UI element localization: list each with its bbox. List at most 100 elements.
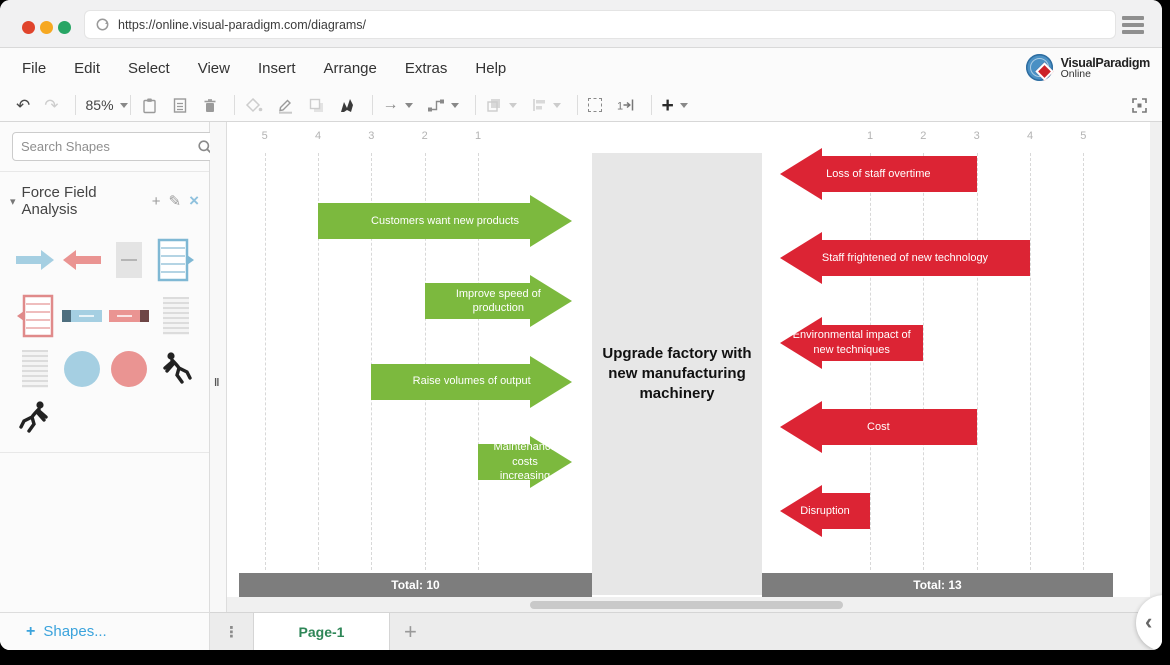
menu-extras[interactable]: Extras <box>405 60 448 77</box>
search-shapes-box[interactable] <box>12 132 222 161</box>
palette-table-shape-2[interactable] <box>22 350 48 388</box>
palette-restraining-list-shape[interactable] <box>16 294 54 338</box>
line-color-icon[interactable] <box>277 97 294 114</box>
add-page-icon[interactable]: + <box>390 621 431 643</box>
driving-arrow-label: Customers want new products <box>318 195 572 247</box>
chevron-down-icon <box>553 103 561 108</box>
horizontal-scrollbar[interactable] <box>530 601 843 609</box>
ruler-number: 2 <box>920 130 926 142</box>
align-icon[interactable] <box>531 97 561 113</box>
reload-icon[interactable] <box>95 17 110 32</box>
minimize-window-button[interactable] <box>40 21 53 34</box>
chevron-left-icon: ‹ <box>1145 609 1152 635</box>
palette-driving-bar-shape[interactable] <box>62 310 102 322</box>
menu-bar: File Edit Select View Insert Arrange Ext… <box>0 48 1162 89</box>
ruler-number: 2 <box>422 130 428 142</box>
fill-color-icon[interactable] <box>245 97 263 114</box>
stencil-section-header: ▾ Force Field Analysis + ✎ × <box>0 172 209 228</box>
tab-page-1[interactable]: Page-1 <box>253 613 390 651</box>
fullscreen-icon[interactable] <box>1131 97 1148 114</box>
change-proposal-box[interactable]: Upgrade factory with new manufacturing m… <box>592 153 762 595</box>
menu-help[interactable]: Help <box>475 60 506 77</box>
edit-stencil-icon[interactable]: ✎ <box>168 192 181 210</box>
visual-paradigm-logo: VisualParadigm Online <box>1026 54 1150 82</box>
note-icon[interactable] <box>172 97 188 114</box>
trash-icon[interactable] <box>202 97 218 114</box>
page-menu-icon[interactable]: ⋮ <box>210 623 253 641</box>
stencil-section-title: Force Field Analysis <box>22 184 144 218</box>
gridline <box>977 153 978 570</box>
chevron-down-icon <box>509 103 517 108</box>
add-shape-icon[interactable]: + <box>662 95 688 116</box>
driving-total-bar[interactable]: Total: 10 <box>239 573 592 597</box>
menu-arrange[interactable]: Arrange <box>324 60 377 77</box>
palette-restraining-bar-shape[interactable] <box>109 310 149 322</box>
page-tab-bar: ⋮ Page-1 + <box>210 612 1162 650</box>
driving-arrow-label: Maintenance costs increasing <box>478 436 572 488</box>
browser-chrome: https://online.visual-paradigm.com/diagr… <box>0 0 1162 48</box>
toolbar: ↶ ↷ 85% → <box>0 89 1162 122</box>
diagram-canvas[interactable]: Upgrade factory with new manufacturing m… <box>227 122 1162 612</box>
svg-text:1: 1 <box>617 101 623 113</box>
gridline <box>1083 153 1084 570</box>
palette-table-shape-1[interactable] <box>163 297 189 335</box>
shape-palette <box>0 228 209 452</box>
undo-icon[interactable]: ↶ <box>16 97 30 114</box>
chevron-down-icon <box>405 103 413 108</box>
chevron-down-icon <box>451 103 459 108</box>
restraining-arrow-label: Environmental impact of new techniques <box>780 317 923 369</box>
palette-pushing-figure-left-shape[interactable] <box>160 351 192 387</box>
close-stencil-icon[interactable]: × <box>189 191 199 211</box>
palette-driving-list-shape[interactable] <box>157 238 195 282</box>
marquee-select-icon[interactable] <box>588 98 602 112</box>
ruler-number: 4 <box>315 130 321 142</box>
redo-icon[interactable]: ↷ <box>44 97 58 114</box>
change-proposal-label: Upgrade factory with new manufacturing m… <box>602 344 751 405</box>
shapes-more-link[interactable]: + Shapes... <box>0 612 209 650</box>
url-text: https://online.visual-paradigm.com/diagr… <box>118 18 366 32</box>
ruler-number: 5 <box>262 130 268 142</box>
arrow-style-icon[interactable]: → <box>383 97 413 113</box>
ruler-number: 5 <box>1080 130 1086 142</box>
menu-select[interactable]: Select <box>128 60 170 77</box>
restraining-arrow-label: Cost <box>780 401 977 453</box>
shadow-icon[interactable] <box>308 97 325 114</box>
address-bar[interactable]: https://online.visual-paradigm.com/diagr… <box>85 11 1115 38</box>
chevron-down-icon <box>120 103 128 108</box>
ruler-number: 1 <box>867 130 873 142</box>
palette-restraining-arrow-shape[interactable] <box>62 249 102 271</box>
search-input[interactable] <box>21 139 197 154</box>
paste-icon[interactable] <box>141 97 158 114</box>
resize-handle-icon[interactable]: ‖ <box>214 377 220 389</box>
brush-icon[interactable] <box>339 97 356 114</box>
ruler-number: 1 <box>475 130 481 142</box>
add-stencil-icon[interactable]: + <box>152 193 161 210</box>
menu-insert[interactable]: Insert <box>258 60 296 77</box>
palette-change-box-shape[interactable] <box>116 242 142 278</box>
menu-file[interactable]: File <box>22 60 46 77</box>
panel-resize-gutter[interactable]: ‖ <box>210 122 227 612</box>
palette-driving-circle-shape[interactable] <box>64 351 100 387</box>
restraining-total-bar[interactable]: Total: 13 <box>762 573 1113 597</box>
fit-page-icon[interactable]: 1 <box>616 97 635 113</box>
menu-edit[interactable]: Edit <box>74 60 100 77</box>
bring-forward-icon[interactable] <box>486 97 517 113</box>
browser-menu-icon[interactable] <box>1122 16 1144 37</box>
zoom-level-select[interactable]: 85% <box>86 97 128 113</box>
restraining-arrow-label: Staff frightened of new technology <box>780 232 1030 284</box>
palette-pushing-figure-right-shape[interactable] <box>19 400 51 436</box>
shape-panel: ⋮ ▾ Force Field Analysis + ✎ × <box>0 122 210 650</box>
menu-view[interactable]: View <box>198 60 230 77</box>
collapse-icon[interactable]: ▾ <box>10 195 16 208</box>
ruler-number: 3 <box>974 130 980 142</box>
driving-arrow-label: Raise volumes of output <box>371 356 572 408</box>
maximize-window-button[interactable] <box>58 21 71 34</box>
palette-restraining-circle-shape[interactable] <box>111 351 147 387</box>
driving-arrow-label: Improve speed of production <box>425 275 572 327</box>
ruler-number: 3 <box>368 130 374 142</box>
gridline <box>923 153 924 570</box>
palette-driving-arrow-shape[interactable] <box>15 249 55 271</box>
chevron-down-icon <box>680 103 688 108</box>
close-window-button[interactable] <box>22 21 35 34</box>
connector-style-icon[interactable] <box>427 97 459 113</box>
